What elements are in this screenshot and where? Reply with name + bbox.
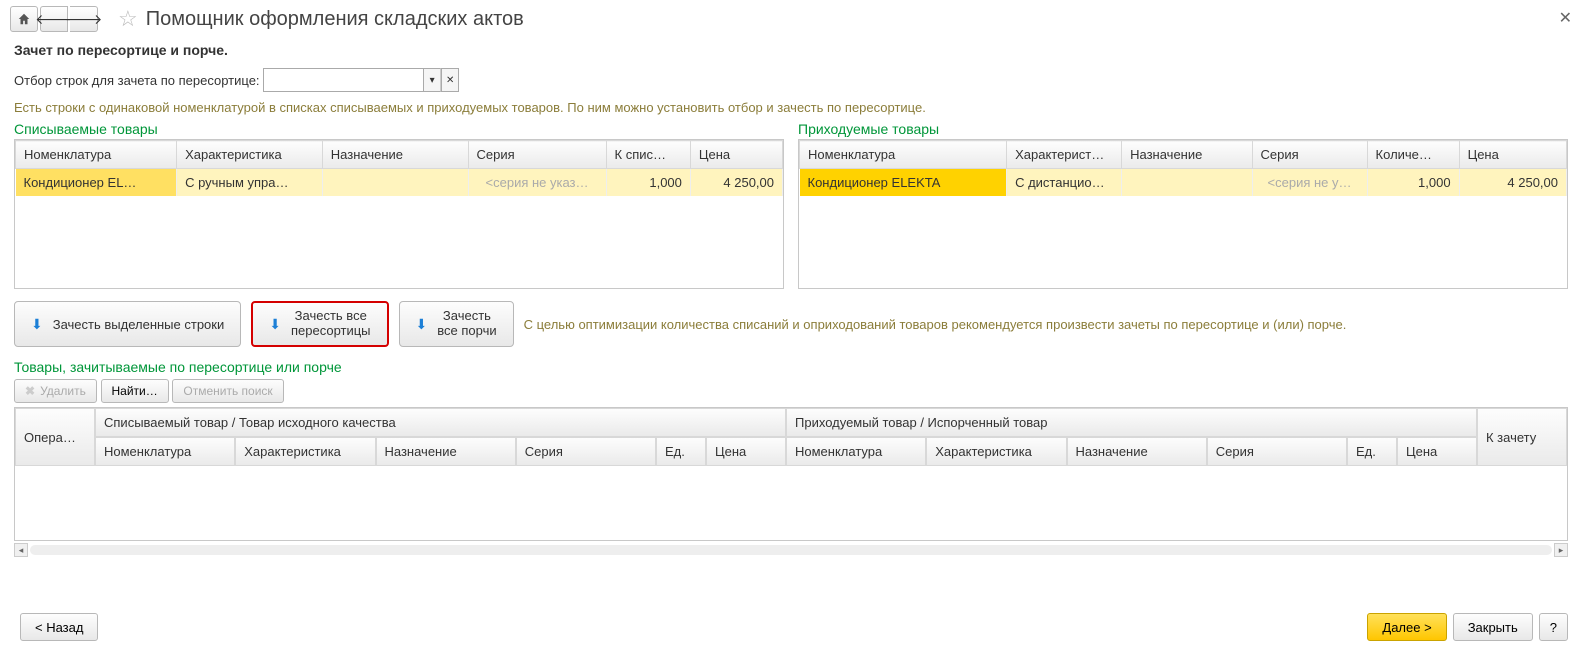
filter-clear-icon[interactable]: ✕: [441, 68, 459, 92]
col-header[interactable]: Опера…: [15, 408, 95, 466]
col-header[interactable]: Серия: [1252, 141, 1367, 169]
filter-dropdown-icon[interactable]: ▾: [423, 68, 441, 92]
col-header[interactable]: Количе…: [1367, 141, 1459, 169]
table-row[interactable]: Кондиционер EL… С ручным упра… <серия не…: [16, 169, 783, 197]
bottom-caption: Товары, зачитываемые по пересортице или …: [14, 359, 1568, 375]
btn-label: Зачестьвсе порчи: [437, 309, 496, 339]
forward-button[interactable]: 🡒: [70, 6, 98, 32]
col-group-header[interactable]: Приходуемый товар / Испорченный товар: [786, 408, 1477, 437]
prev-button[interactable]: < Назад: [20, 613, 98, 641]
col-header[interactable]: Ед.: [656, 437, 706, 466]
right-grid[interactable]: Номенклатура Характерист… Назначение Сер…: [798, 139, 1568, 289]
section-heading: Зачет по пересортице и порче.: [14, 42, 1568, 58]
delete-button: ✖ Удалить: [14, 379, 97, 403]
close-icon[interactable]: ✕: [1559, 8, 1572, 28]
cell-series: <серия не у…: [1252, 169, 1367, 197]
apply-all-resort-button[interactable]: ⬇ Зачесть всепересортицы: [251, 301, 388, 347]
col-header[interactable]: Номенклатура: [786, 437, 926, 466]
close-button[interactable]: Закрыть: [1453, 613, 1533, 641]
col-header[interactable]: Ед.: [1347, 437, 1397, 466]
cell-qty: 1,000: [1367, 169, 1459, 197]
h-scrollbar[interactable]: ◂ ▸: [14, 543, 1568, 557]
arrow-down-icon: ⬇: [416, 316, 428, 333]
filter-input[interactable]: [263, 68, 423, 92]
col-header[interactable]: Назначение: [1122, 141, 1252, 169]
info-text: Есть строки с одинаковой номенклатурой в…: [14, 100, 1568, 115]
col-header[interactable]: Цена: [1397, 437, 1477, 466]
col-header[interactable]: Серия: [468, 141, 606, 169]
col-header[interactable]: Характеристика: [177, 141, 323, 169]
arrow-down-icon: ⬇: [31, 316, 43, 333]
hint-text: С целью оптимизации количества списаний …: [524, 317, 1347, 332]
cell-char: С дистанцио…: [1007, 169, 1122, 197]
col-header[interactable]: Назначение: [322, 141, 468, 169]
next-button[interactable]: Далее >: [1367, 613, 1446, 641]
cell-nomen: Кондиционер EL…: [16, 169, 177, 197]
col-header[interactable]: Цена: [690, 141, 782, 169]
cell-series: <серия не указ…: [468, 169, 606, 197]
favorite-star-icon[interactable]: ☆: [118, 6, 138, 32]
col-header[interactable]: Номенклатура: [800, 141, 1007, 169]
apply-all-spoil-button[interactable]: ⬇ Зачестьвсе порчи: [399, 301, 514, 347]
col-header[interactable]: Номенклатура: [16, 141, 177, 169]
col-header[interactable]: Назначение: [1067, 437, 1207, 466]
cell-qty: 1,000: [606, 169, 690, 197]
scroll-track[interactable]: [30, 545, 1552, 555]
cell-dest: [322, 169, 468, 197]
col-header[interactable]: Номенклатура: [95, 437, 235, 466]
table-header-row: Номенклатура Характеристика Назначение С…: [16, 141, 783, 169]
scroll-left-icon[interactable]: ◂: [14, 543, 28, 557]
cell-price: 4 250,00: [1459, 169, 1566, 197]
help-button[interactable]: ?: [1539, 613, 1568, 641]
x-icon: ✖: [25, 384, 35, 398]
left-caption: Списываемые товары: [14, 121, 784, 137]
cancel-find-button: Отменить поиск: [172, 379, 283, 403]
apply-selected-button[interactable]: ⬇ Зачесть выделенные строки: [14, 301, 241, 347]
cell-price: 4 250,00: [690, 169, 782, 197]
btn-label: Зачесть всепересортицы: [291, 309, 371, 339]
left-grid[interactable]: Номенклатура Характеристика Назначение С…: [14, 139, 784, 289]
bottom-grid[interactable]: Опера… Списываемый товар / Товар исходно…: [14, 407, 1568, 541]
col-header[interactable]: Цена: [1459, 141, 1566, 169]
col-group-header[interactable]: Списываемый товар / Товар исходного каче…: [95, 408, 786, 437]
arrow-down-icon: ⬇: [269, 316, 281, 333]
scroll-right-icon[interactable]: ▸: [1554, 543, 1568, 557]
table-header-row: Номенклатура Характерист… Назначение Сер…: [800, 141, 1567, 169]
col-header[interactable]: Характерист…: [1007, 141, 1122, 169]
cell-nomen: Кондиционер ELEKTA: [800, 169, 1007, 197]
right-caption: Приходуемые товары: [798, 121, 1568, 137]
col-header[interactable]: Цена: [706, 437, 786, 466]
col-header[interactable]: К зачету: [1477, 408, 1567, 466]
col-header[interactable]: Назначение: [376, 437, 516, 466]
col-header[interactable]: Серия: [1207, 437, 1347, 466]
home-button[interactable]: [10, 6, 38, 32]
btn-label: Зачесть выделенные строки: [53, 317, 225, 332]
cell-char: С ручным упра…: [177, 169, 323, 197]
find-button[interactable]: Найти…: [101, 379, 169, 403]
col-header[interactable]: К спис…: [606, 141, 690, 169]
cell-dest: [1122, 169, 1252, 197]
col-header[interactable]: Серия: [516, 437, 656, 466]
col-header[interactable]: Характеристика: [235, 437, 375, 466]
page-title: Помощник оформления складских актов: [146, 8, 524, 31]
col-header[interactable]: Характеристика: [926, 437, 1066, 466]
table-row[interactable]: Кондиционер ELEKTA С дистанцио… <серия н…: [800, 169, 1567, 197]
filter-label: Отбор строк для зачета по пересортице:: [14, 73, 260, 88]
